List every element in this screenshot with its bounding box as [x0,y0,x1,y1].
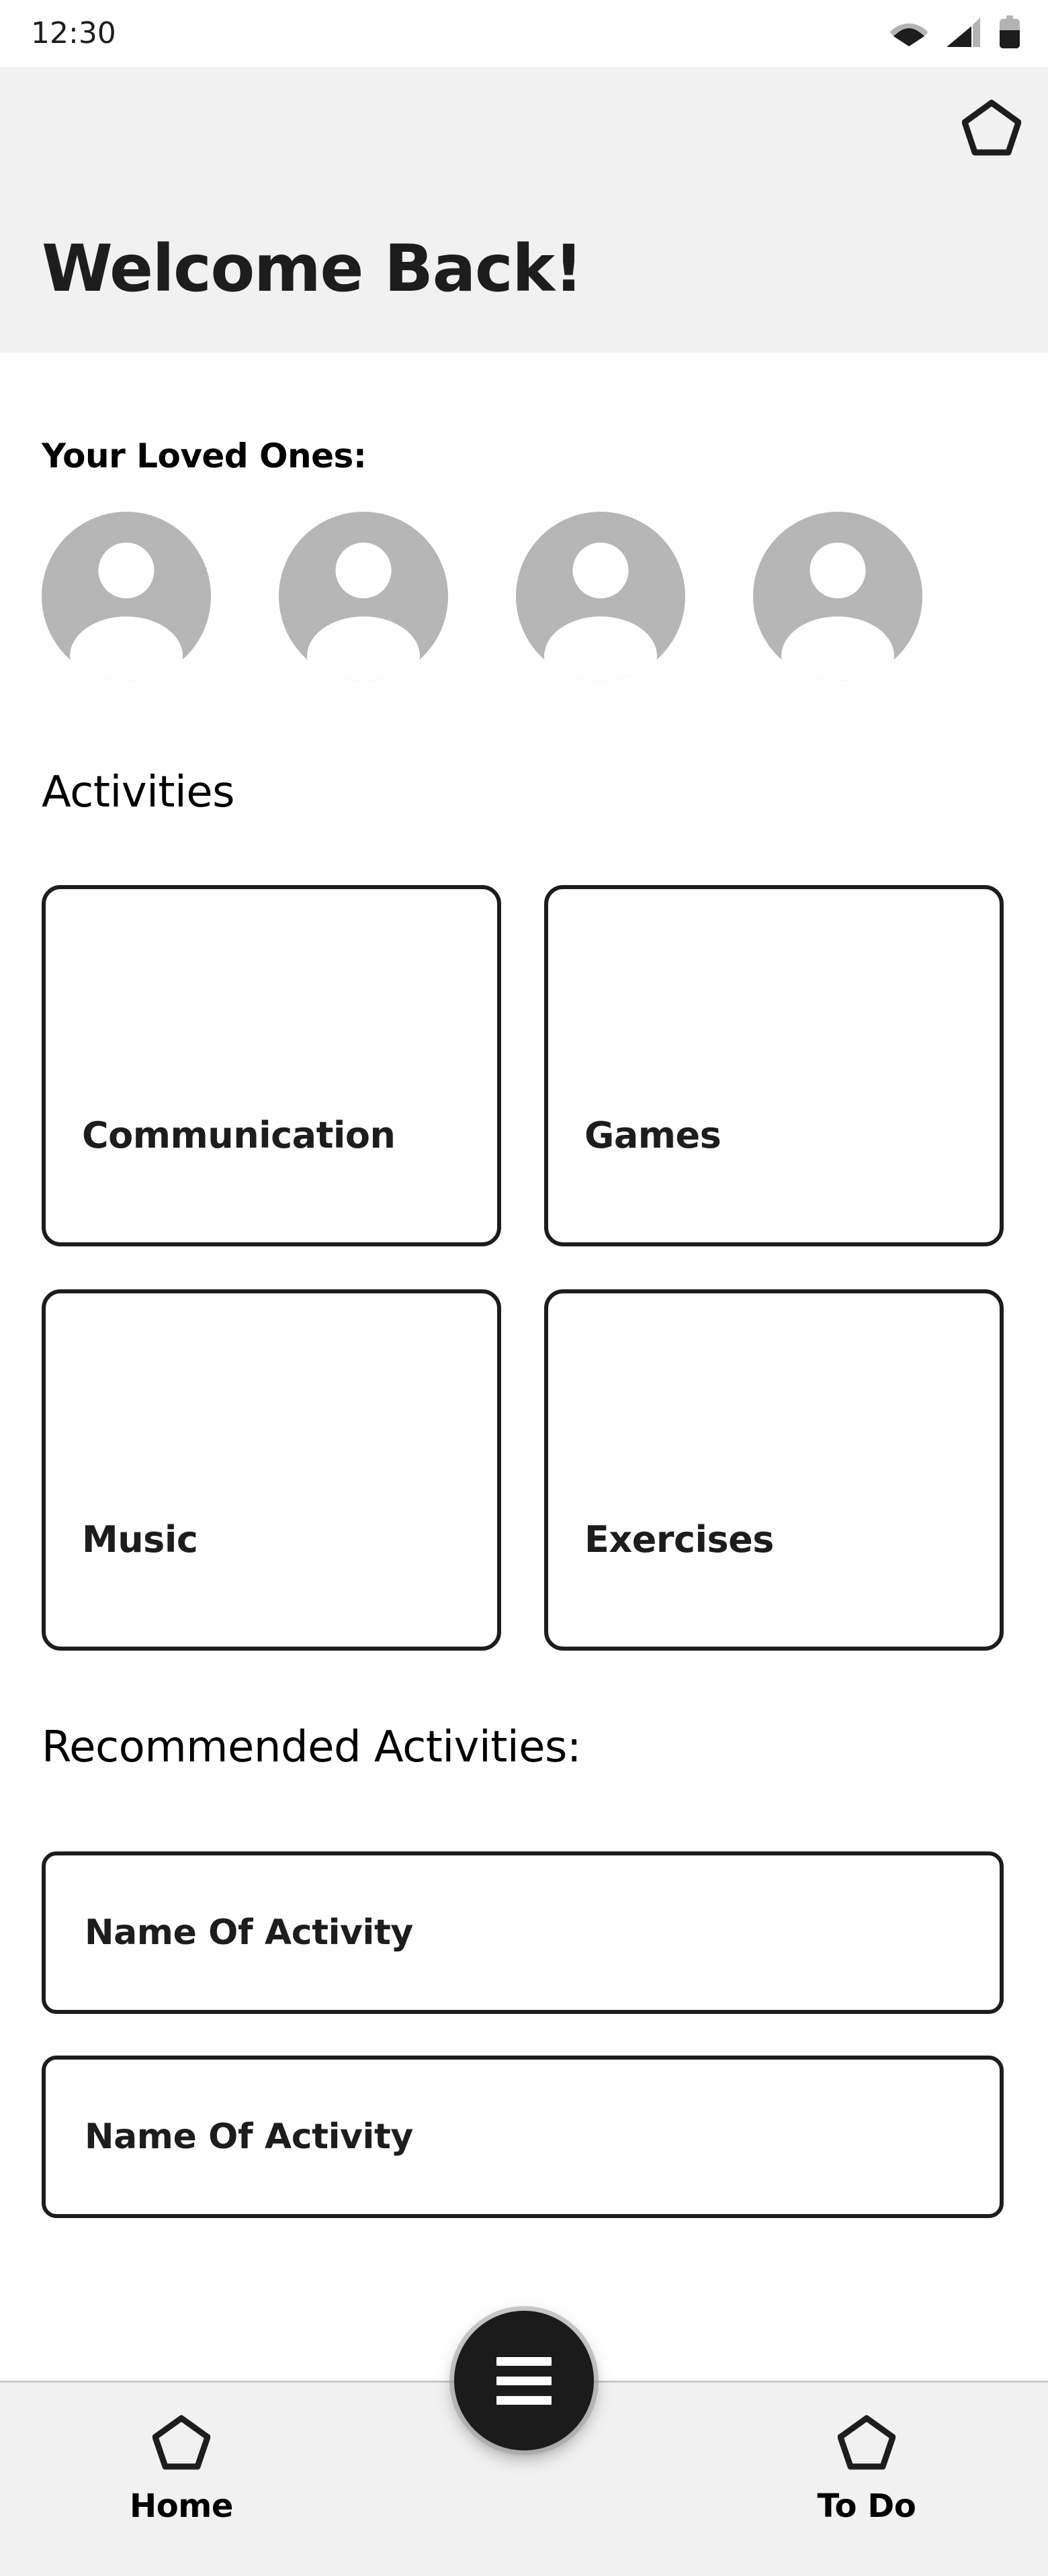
hamburger-bar [496,2395,552,2405]
avatar[interactable] [42,512,211,681]
activity-card-exercises[interactable]: Exercises [544,1289,1004,1651]
avatar[interactable] [279,512,448,681]
list-item[interactable]: Name Of Activity [42,1851,1004,2014]
activity-card-games[interactable]: Games [544,885,1004,1246]
person-avatar-body [781,616,894,681]
nav-item-label: To Do [817,2487,916,2525]
page-title: Welcome Back! [42,231,583,306]
activity-card-label: Games [584,1114,722,1156]
battery-icon [998,15,1021,52]
avatar[interactable] [516,512,685,681]
recommended-item-label: Name Of Activity [85,1913,413,1953]
hamburger-bar [496,2356,552,2366]
activity-card-communication[interactable]: Communication [42,885,501,1246]
nav-item-todo[interactable]: To Do [786,2415,947,2522]
activity-card-label: Exercises [584,1518,774,1561]
wifi-icon [889,17,928,50]
avatar[interactable] [753,512,922,681]
pentagon-home-icon [152,2415,211,2473]
recommended-activities-heading: Recommended Activities: [42,1722,581,1772]
header-band: Welcome Back! [0,67,1048,353]
hamburger-menu-icon[interactable] [454,2311,594,2450]
pentagon-todo-icon [837,2415,896,2473]
activity-card-label: Music [82,1518,198,1561]
person-avatar-body [544,616,657,681]
person-avatar-icon [335,543,392,598]
activity-card-label: Communication [82,1114,396,1156]
loved-ones-label: Your Loved Ones: [42,436,367,475]
pentagon-home-icon[interactable] [959,95,1024,160]
loved-ones-avatar-row [42,512,1002,681]
person-avatar-icon [98,543,155,598]
hamburger-bar [496,2376,552,2385]
person-avatar-body [70,616,183,681]
person-avatar-icon [572,543,629,598]
person-avatar-body [307,616,420,681]
status-bar-icons [889,15,1021,52]
activities-heading: Activities [42,768,234,817]
nav-item-home[interactable]: Home [101,2415,262,2522]
list-item[interactable]: Name Of Activity [42,2056,1004,2218]
status-bar-clock: 12:30 [31,16,116,50]
status-bar: 12:30 [0,0,1048,67]
nav-item-label: Home [129,2487,234,2525]
app-screen: 12:30 Welcome Back! Your Loved Ones: Act… [0,0,1048,2576]
activities-grid: Communication Games Music Exercises [42,885,1004,1651]
recommended-item-label: Name Of Activity [85,2117,413,2157]
cellular-signal-icon [946,17,981,50]
person-avatar-icon [810,543,866,598]
activity-card-music[interactable]: Music [42,1289,501,1651]
recommended-activities-list: Name Of Activity Name Of Activity [42,1851,1004,2218]
